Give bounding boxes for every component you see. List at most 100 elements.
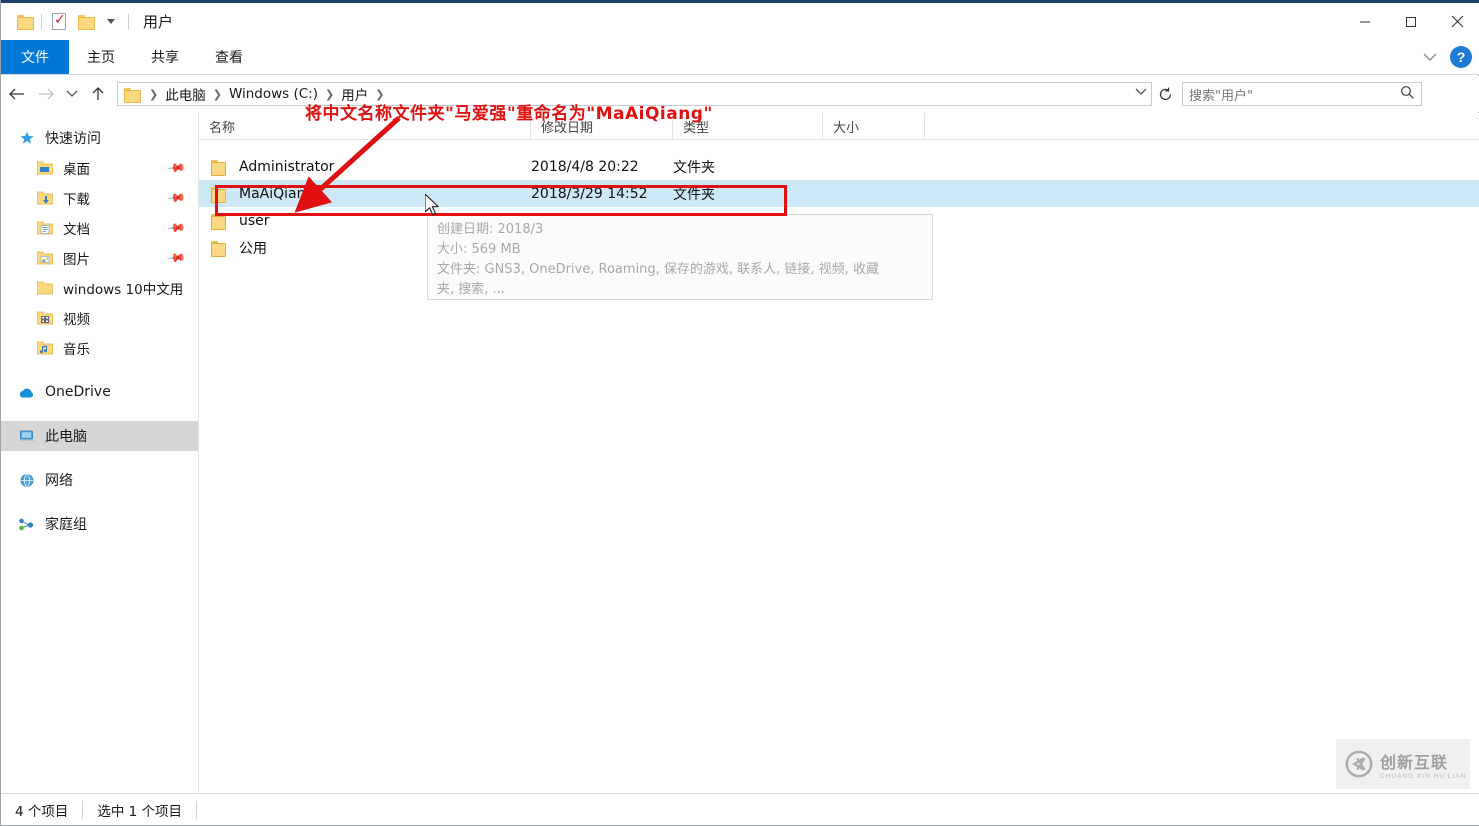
recent-locations-icon[interactable] bbox=[61, 79, 83, 109]
status-bar: 4 个项目 选中 1 个项目 bbox=[1, 793, 1479, 825]
file-explorer-window: 用户 文件 主页 共享 查看 ? bbox=[0, 0, 1479, 826]
file-rows: Administrator 2018/4/8 20:22 文件夹 MaAiQia… bbox=[199, 140, 1479, 261]
title-bar: 用户 bbox=[1, 3, 1479, 40]
properties-checkbox-icon[interactable] bbox=[46, 9, 72, 35]
address-folder-icon bbox=[124, 87, 141, 103]
sidebar-label-pictures: 图片 bbox=[63, 252, 90, 268]
file-list-panel: 名称 修改日期 类型 大小 Administrator 2018/4/8 20:… bbox=[198, 112, 1479, 793]
sidebar-item-pictures[interactable]: 图片 📌 bbox=[1, 243, 198, 273]
download-icon bbox=[35, 191, 55, 205]
minimize-icon[interactable] bbox=[1342, 3, 1388, 40]
pin-icon[interactable]: 📌 bbox=[166, 218, 186, 238]
window-controls bbox=[1342, 3, 1479, 40]
file-date-cell: 2018/3/29 14:52 bbox=[531, 185, 648, 202]
pin-icon[interactable]: 📌 bbox=[166, 248, 186, 268]
sidebar-label-network: 网络 bbox=[45, 473, 73, 489]
file-name-cell: MaAiQiang bbox=[199, 185, 531, 203]
table-row[interactable]: user 2018/3/26 15:15 文件夹 bbox=[199, 207, 1479, 234]
sidebar-item-downloads[interactable]: 下载 📌 bbox=[1, 183, 198, 213]
help-button[interactable]: ? bbox=[1450, 46, 1472, 68]
folder-icon bbox=[35, 281, 55, 295]
status-divider-2 bbox=[196, 800, 198, 819]
watermark-pinyin: CHUANG XIN HU LIAN bbox=[1380, 772, 1467, 780]
forward-button[interactable] bbox=[31, 79, 61, 109]
window-title: 用户 bbox=[143, 13, 174, 31]
sidebar-item-windows10-chinese[interactable]: windows 10中文用 bbox=[1, 273, 198, 303]
status-item-count: 4 个项目 bbox=[15, 803, 69, 820]
computer-icon bbox=[17, 429, 37, 443]
customize-chevron-icon[interactable] bbox=[98, 9, 124, 35]
ribbon-tab-bar: 文件 主页 共享 查看 ? bbox=[1, 40, 1479, 74]
folder-icon bbox=[211, 186, 227, 203]
folder-icon[interactable] bbox=[11, 9, 37, 35]
file-name-cell: user bbox=[199, 212, 531, 230]
sidebar-item-onedrive[interactable]: OneDrive bbox=[1, 377, 198, 407]
sidebar-item-videos[interactable]: 视频 bbox=[1, 303, 198, 333]
table-row[interactable]: MaAiQiang 2018/3/29 14:52 文件夹 bbox=[199, 180, 1479, 207]
sidebar-label-desktop: 桌面 bbox=[63, 162, 90, 178]
tab-file[interactable]: 文件 bbox=[1, 40, 69, 74]
sidebar-label-onedrive: OneDrive bbox=[45, 384, 111, 400]
breadcrumb-separator-0: ❯ bbox=[149, 87, 159, 101]
search-placeholder: 搜索"用户" bbox=[1189, 88, 1253, 104]
column-header-size[interactable]: 大小 bbox=[823, 112, 925, 140]
sidebar-item-documents[interactable]: 文档 📌 bbox=[1, 213, 198, 243]
file-name-text: user bbox=[239, 212, 270, 229]
sidebar-item-network[interactable]: 网络 bbox=[1, 465, 198, 495]
folder-icon bbox=[211, 213, 227, 230]
pictures-icon bbox=[35, 251, 55, 265]
sidebar-label-windows10-chinese: windows 10中文用 bbox=[63, 282, 184, 298]
file-type-cell: 文件夹 bbox=[673, 159, 715, 176]
file-name-cell: 公用 bbox=[199, 238, 531, 258]
toolbar-divider bbox=[41, 13, 42, 30]
homegroup-icon bbox=[17, 517, 37, 532]
refresh-button[interactable] bbox=[1152, 82, 1178, 106]
file-type-cell: 文件夹 bbox=[673, 186, 715, 203]
close-icon[interactable] bbox=[1434, 3, 1479, 40]
file-name-text: MaAiQiang bbox=[239, 185, 315, 202]
pin-icon[interactable]: 📌 bbox=[166, 158, 186, 178]
search-icon[interactable] bbox=[1400, 85, 1415, 103]
table-row[interactable]: 公用 2018/3/21 20:58 文件夹 bbox=[199, 234, 1479, 261]
sidebar-item-this-pc[interactable]: 此电脑 bbox=[1, 421, 198, 451]
search-input[interactable]: 搜索"用户" bbox=[1182, 82, 1422, 106]
breadcrumb-item-this-pc[interactable]: 此电脑 bbox=[162, 84, 209, 104]
sidebar-item-quick-access[interactable]: 快速访问 bbox=[1, 123, 198, 153]
folder-icon bbox=[211, 240, 227, 257]
sidebar-label-documents: 文档 bbox=[63, 222, 90, 238]
toolbar-divider-2 bbox=[128, 13, 129, 30]
address-dropdown-icon[interactable] bbox=[1135, 87, 1147, 99]
ribbon-divider bbox=[1, 74, 1479, 75]
sidebar-label-homegroup: 家庭组 bbox=[45, 517, 87, 533]
music-icon bbox=[35, 341, 55, 355]
up-button[interactable] bbox=[83, 79, 113, 109]
sidebar-label-downloads: 下载 bbox=[63, 192, 90, 208]
sidebar-item-music[interactable]: 音乐 bbox=[1, 333, 198, 363]
sidebar-item-desktop[interactable]: 桌面 📌 bbox=[1, 153, 198, 183]
address-bar: ❯ 此电脑 ❯ Windows (C:) ❯ 用户 ❯ 搜索"用户" bbox=[1, 76, 1479, 112]
sidebar-label-quick-access: 快速访问 bbox=[45, 131, 101, 147]
file-date-cell: 2018/3/21 20:58 bbox=[531, 239, 648, 256]
tab-home[interactable]: 主页 bbox=[69, 40, 133, 74]
file-type-cell: 文件夹 bbox=[673, 240, 715, 257]
back-button[interactable] bbox=[1, 79, 31, 109]
table-row[interactable]: Administrator 2018/4/8 20:22 文件夹 bbox=[199, 153, 1479, 180]
ribbon-right-controls: ? bbox=[1422, 40, 1472, 74]
pin-icon[interactable]: 📌 bbox=[166, 188, 186, 208]
tab-share[interactable]: 共享 bbox=[133, 40, 197, 74]
sidebar-label-this-pc: 此电脑 bbox=[45, 429, 87, 445]
chevron-down-icon[interactable] bbox=[1422, 49, 1438, 65]
file-name-text: Administrator bbox=[239, 158, 335, 175]
breadcrumb-separator-1: ❯ bbox=[212, 87, 222, 101]
cloud-icon bbox=[17, 386, 37, 399]
documents-icon bbox=[35, 221, 55, 235]
new-folder-icon[interactable] bbox=[72, 9, 98, 35]
tab-view[interactable]: 查看 bbox=[197, 40, 261, 74]
file-type-cell: 文件夹 bbox=[673, 213, 715, 230]
sidebar-item-homegroup[interactable]: 家庭组 bbox=[1, 509, 198, 539]
maximize-icon[interactable] bbox=[1388, 3, 1434, 40]
